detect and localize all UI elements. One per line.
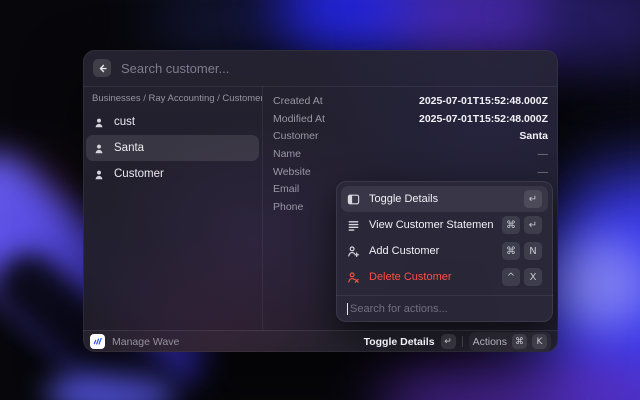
search-input[interactable]: [121, 61, 548, 76]
list-item-label: cust: [114, 116, 135, 128]
text-cursor: [347, 303, 348, 315]
arrow-left-icon: [97, 63, 108, 74]
person-icon: [93, 142, 105, 154]
detail-row: Modified At 2025-07-01T15:52:48.000Z: [273, 110, 548, 128]
footer-separator: [462, 336, 463, 347]
app-name: Manage Wave: [112, 336, 179, 348]
detail-label: Modified At: [273, 113, 325, 125]
detail-label: Name: [273, 148, 301, 160]
action-menu: Toggle Details ↵ View Customer Statement…: [336, 181, 553, 322]
detail-label: Customer: [273, 130, 319, 142]
person-remove-icon: [347, 271, 360, 284]
detail-value: 2025-07-01T15:52:48.000Z: [419, 113, 548, 125]
menu-item-toggle-details[interactable]: Toggle Details ↵: [341, 186, 548, 212]
wave-logo-icon: [90, 334, 105, 349]
shortcut-keys: ⌘ N: [502, 242, 542, 260]
key-cmd: ⌘: [512, 334, 527, 349]
shortcut-keys: ↵: [524, 190, 542, 208]
wallpaper-blob: [376, 352, 640, 400]
detail-value: 2025-07-01T15:52:48.000Z: [419, 95, 548, 107]
key-cmd: ⌘: [502, 216, 520, 234]
list-item-label: Santa: [114, 142, 144, 154]
detail-value: —: [538, 166, 549, 178]
sidebar-toggle-icon: [347, 193, 360, 206]
menu-item-label: Toggle Details: [369, 193, 515, 205]
key-ctrl: ^: [502, 268, 520, 286]
list-item-customer[interactable]: Customer: [86, 161, 259, 187]
footer-toggle-details-button[interactable]: Toggle Details ↵: [364, 334, 456, 349]
detail-label: Website: [273, 166, 311, 178]
breadcrumb: Businesses / Ray Accounting / Customers: [83, 91, 262, 107]
detail-label: Phone: [273, 201, 303, 213]
person-icon: [93, 116, 105, 128]
action-search-input[interactable]: Search for actions...: [336, 296, 553, 322]
menu-item-label: Add Customer: [369, 245, 493, 257]
action-search-placeholder: Search for actions...: [350, 303, 448, 315]
person-add-icon: [347, 245, 360, 258]
detail-value: Santa: [519, 130, 548, 142]
person-icon: [93, 168, 105, 180]
list-item-cust[interactable]: cust: [86, 109, 259, 135]
footer-bar: Manage Wave Toggle Details ↵ Actions ⌘ K: [83, 330, 558, 352]
shortcut-keys: ^ X: [502, 268, 542, 286]
back-button[interactable]: [93, 59, 111, 77]
menu-item-label: Delete Customer: [369, 271, 493, 283]
detail-row: Name —: [273, 145, 548, 163]
menu-item-add-customer[interactable]: Add Customer ⌘ N: [341, 238, 548, 264]
footer-toggle-label: Toggle Details: [364, 336, 435, 348]
customer-list-panel: Businesses / Ray Accounting / Customers …: [83, 86, 263, 330]
shortcut-keys: ⌘ ↵: [502, 216, 542, 234]
detail-label: Created At: [273, 95, 323, 107]
search-header: [83, 50, 558, 87]
detail-value: —: [538, 148, 549, 160]
footer-actions-label: Actions: [473, 336, 507, 348]
menu-item-view-customer-statement[interactable]: View Customer Statement ⌘ ↵: [341, 212, 548, 238]
detail-row: Website —: [273, 163, 548, 181]
key-return: ↵: [524, 190, 542, 208]
menu-item-delete-customer[interactable]: Delete Customer ^ X: [341, 264, 548, 290]
list-item-label: Customer: [114, 168, 164, 180]
detail-row: Created At 2025-07-01T15:52:48.000Z: [273, 92, 548, 110]
key-cmd: ⌘: [502, 242, 520, 260]
statement-lines-icon: [347, 219, 360, 232]
footer-actions: Toggle Details ↵ Actions ⌘ K: [364, 332, 551, 351]
key-return: ↵: [441, 334, 456, 349]
detail-label: Email: [273, 183, 299, 195]
list-item-santa-selected[interactable]: Santa: [86, 135, 259, 161]
key-k: K: [532, 334, 547, 349]
detail-row: Customer Santa: [273, 127, 548, 145]
menu-item-label: View Customer Statement: [369, 219, 493, 231]
command-palette-window: Businesses / Ray Accounting / Customers …: [83, 50, 558, 352]
action-menu-list: Toggle Details ↵ View Customer Statement…: [336, 181, 553, 295]
footer-actions-button[interactable]: Actions ⌘ K: [469, 332, 551, 351]
key-return: ↵: [524, 216, 542, 234]
key-n: N: [524, 242, 542, 260]
key-x: X: [524, 268, 542, 286]
